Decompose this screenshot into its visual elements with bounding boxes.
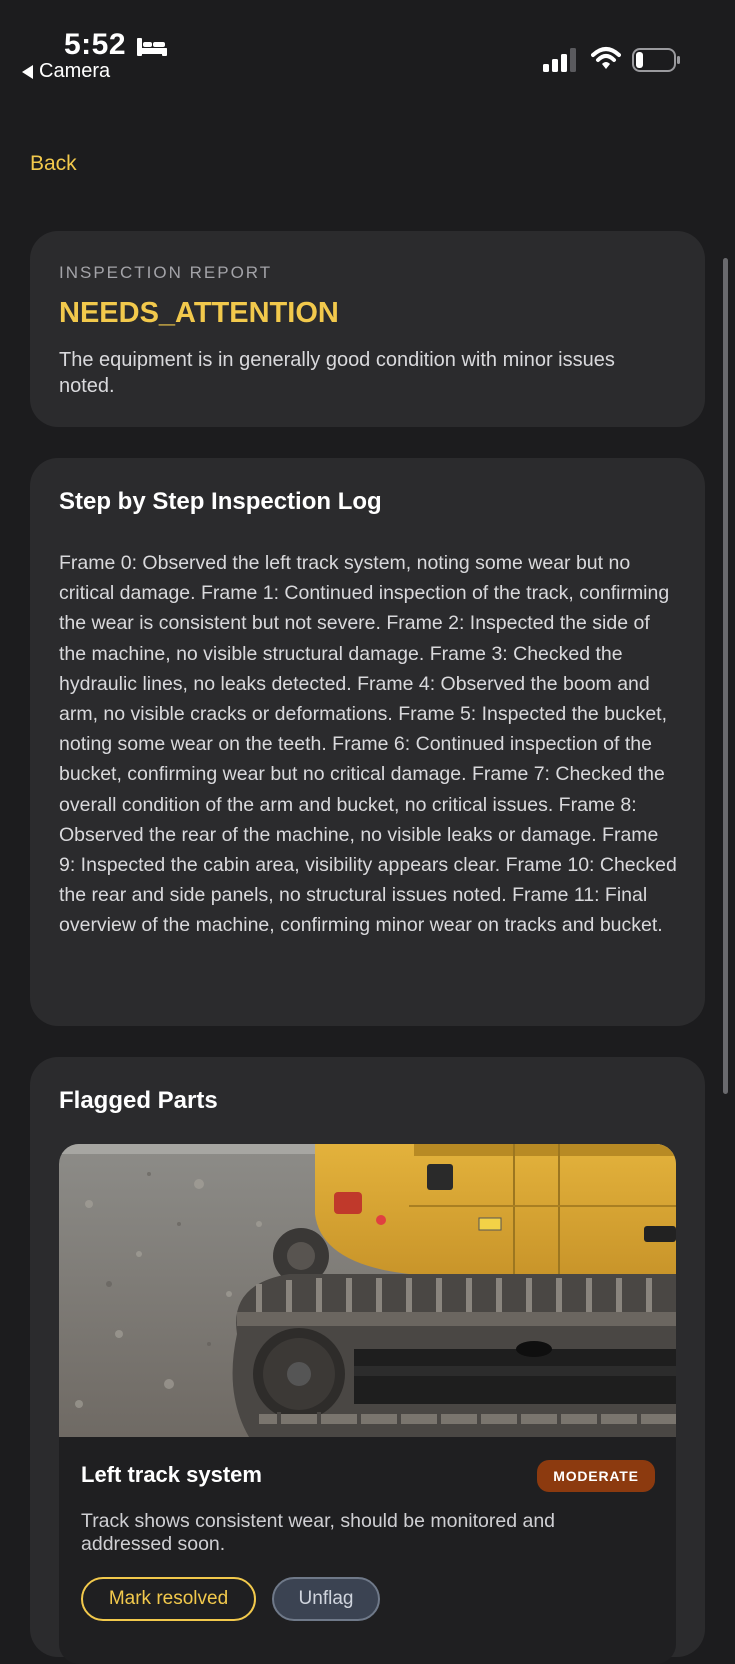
status-time: 5:52: [64, 28, 127, 61]
flagged-heading: Flagged Parts: [59, 1087, 218, 1114]
bed-icon: [137, 38, 167, 56]
part-photo: [59, 1144, 676, 1437]
report-summary: The equipment is in generally good condi…: [59, 349, 615, 397]
back-link[interactable]: Back: [30, 152, 77, 176]
unflag-button[interactable]: Unflag: [272, 1577, 380, 1621]
inspection-log-card: Step by Step Inspection Log Frame 0: Obs…: [30, 458, 705, 1026]
battery-icon: [632, 48, 680, 72]
mark-resolved-button[interactable]: Mark resolved: [81, 1577, 256, 1621]
back-triangle-icon: [22, 64, 33, 79]
status-bar: 5:52 Camera: [0, 0, 735, 100]
log-heading: Step by Step Inspection Log: [59, 488, 382, 515]
scrollbar[interactable]: [723, 258, 728, 1094]
wifi-icon: [591, 47, 621, 69]
flagged-parts-card: Flagged Parts Left track system MODERATE…: [30, 1057, 705, 1664]
inspection-report-card: INSPECTION REPORT NEEDS_ATTENTION The eq…: [30, 231, 705, 427]
severity-badge: MODERATE: [537, 1460, 655, 1492]
report-label: INSPECTION REPORT: [59, 263, 273, 282]
back-app-label: Camera: [39, 60, 111, 82]
signal-icon: [543, 48, 576, 72]
log-text: Frame 0: Observed the left track system,…: [59, 552, 677, 937]
flagged-part-item: Left track system MODERATE Track shows c…: [59, 1144, 676, 1664]
part-description: Track shows consistent wear, should be m…: [81, 1510, 556, 1555]
back-to-camera[interactable]: Camera: [22, 60, 110, 83]
report-status: NEEDS_ATTENTION: [59, 297, 339, 329]
part-name: Left track system: [81, 1462, 262, 1487]
